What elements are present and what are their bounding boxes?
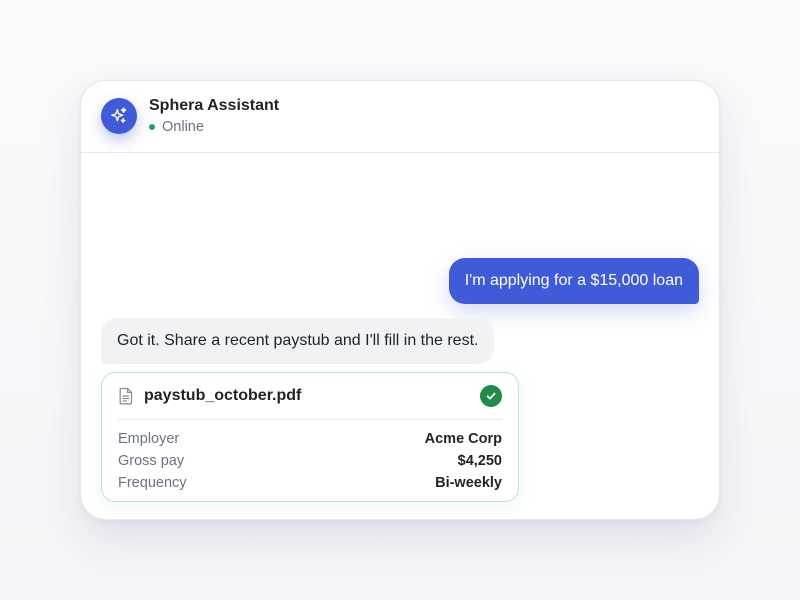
status-text: Online bbox=[162, 119, 204, 135]
detail-row-frequency: Frequency Bi-weekly bbox=[118, 472, 502, 494]
assistant-name: Sphera Assistant bbox=[149, 97, 280, 114]
detail-value: $4,250 bbox=[457, 453, 502, 469]
user-message: I'm applying for a $15,000 loan bbox=[448, 258, 699, 304]
sparkles-icon bbox=[111, 107, 127, 123]
detail-label: Frequency bbox=[118, 475, 187, 491]
assistant-avatar bbox=[101, 98, 137, 134]
detail-label: Employer bbox=[118, 431, 180, 447]
chat-header: Sphera Assistant Online bbox=[81, 81, 719, 153]
paystub-attachment-card[interactable]: paystub_october.pdf Employer Acme Corp G… bbox=[101, 372, 519, 502]
online-dot bbox=[149, 124, 155, 130]
assistant-message: Got it. Share a recent paystub and I'll … bbox=[101, 318, 495, 364]
detail-row-employer: Employer Acme Corp bbox=[118, 428, 502, 450]
attachment-file-name[interactable]: paystub_october.pdf bbox=[144, 387, 480, 405]
status-indicator: Online bbox=[149, 119, 204, 135]
chat-window: Sphera Assistant Online I'm applying for… bbox=[80, 80, 720, 520]
document-icon bbox=[118, 387, 134, 405]
detail-value: Bi-weekly bbox=[435, 475, 502, 491]
extracted-details: Employer Acme Corp Gross pay $4,250 Freq… bbox=[118, 428, 502, 494]
detail-value: Acme Corp bbox=[424, 431, 502, 447]
detail-label: Gross pay bbox=[118, 453, 185, 469]
detail-row-gross-pay: Gross pay $4,250 bbox=[118, 450, 502, 472]
attachment-header: paystub_october.pdf bbox=[118, 373, 502, 420]
check-circle-icon bbox=[480, 385, 502, 407]
